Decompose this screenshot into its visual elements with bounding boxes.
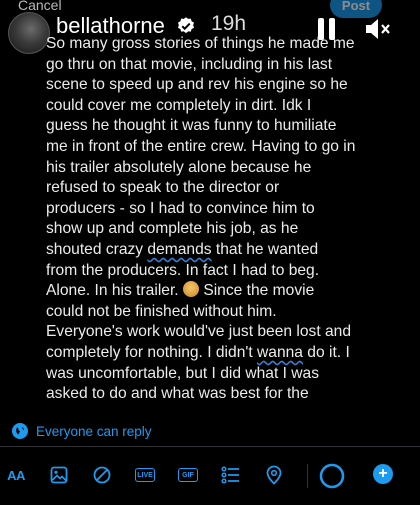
- poll-icon[interactable]: [220, 464, 242, 486]
- post-time: 19h: [211, 12, 247, 35]
- post-line: was uncomfortable, but I did what I was: [46, 364, 320, 382]
- draw-icon[interactable]: [91, 464, 113, 486]
- post-line: guess he thought it was funny to humilia…: [46, 117, 337, 135]
- person-emoji-icon: [182, 281, 199, 298]
- post-line: could not be finished without him.: [46, 302, 277, 320]
- post-line: refused to speak to the director or: [46, 179, 280, 197]
- misspelled-word[interactable]: wanna: [257, 344, 303, 361]
- post-line: his trailer absolutely alone because he: [46, 158, 312, 176]
- text-size-icon[interactable]: AA: [5, 464, 27, 486]
- post-line: could cover me completely in dirt. Idk I: [46, 96, 312, 114]
- add-post-button[interactable]: +: [373, 464, 393, 484]
- location-icon[interactable]: [263, 464, 285, 486]
- post-line: me in front of the entire crew. Having t…: [46, 137, 356, 155]
- avatar: [8, 12, 50, 54]
- post-line: scene to speed up and rev his engine so …: [46, 76, 348, 94]
- post-body[interactable]: So many gross stories of things he made …: [46, 34, 416, 405]
- reply-setting-label: Everyone can reply: [36, 423, 152, 439]
- post-line: So many gross stories of things he made …: [46, 35, 355, 52]
- compose-toolbar: AA LIVE GIF: [0, 452, 420, 498]
- divider: [0, 446, 420, 447]
- character-progress-icon: [319, 463, 345, 489]
- live-icon[interactable]: LIVE: [134, 464, 156, 486]
- toolbar-separator: [307, 464, 308, 488]
- post-line: Alone. In his trailer. Since the movie: [46, 281, 315, 300]
- verified-badge-icon: [178, 17, 194, 34]
- post-line: shouted crazy demands that he wanted: [46, 240, 319, 258]
- post-line: completely for nothing. I didn't wanna d…: [46, 343, 350, 361]
- globe-icon: [12, 423, 28, 439]
- post-line: from the producers. In fact I had to beg…: [46, 261, 320, 279]
- reply-setting[interactable]: Everyone can reply: [12, 421, 152, 441]
- post-line: show up and complete his job, as he: [46, 220, 299, 238]
- gif-icon[interactable]: GIF: [177, 464, 199, 486]
- post-line: Everyone's work would've just been lost …: [46, 323, 351, 341]
- post-line: go thru on that movie, including in his …: [46, 55, 333, 73]
- post-line: producers - so I had to convince him to: [46, 199, 315, 217]
- cancel-button[interactable]: Cancel: [18, 0, 62, 13]
- misspelled-word[interactable]: demands: [147, 241, 211, 258]
- image-icon[interactable]: [48, 464, 70, 486]
- post-line: asked to do and what was best for the: [46, 385, 309, 403]
